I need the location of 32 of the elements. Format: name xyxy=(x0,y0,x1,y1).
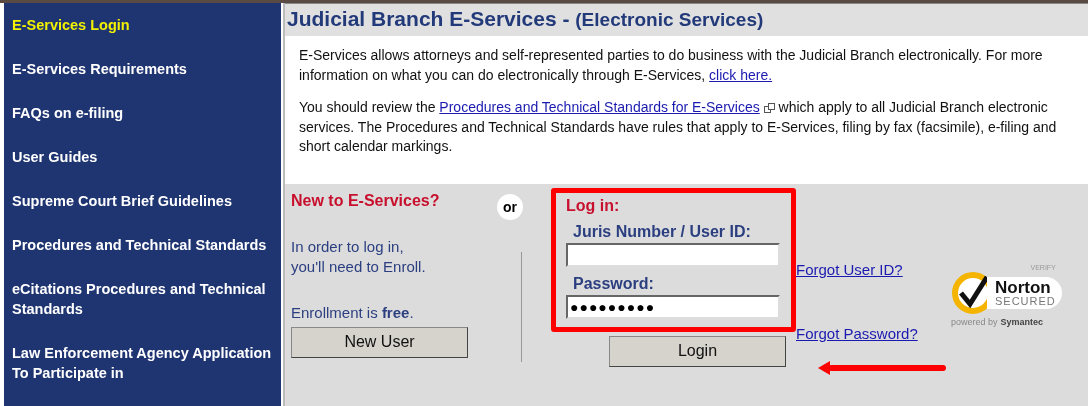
password-field[interactable]: ●●●●●●●●● xyxy=(566,294,780,319)
text-link[interactable]: click here. xyxy=(709,66,773,83)
seal-secured-text: SECURED xyxy=(995,295,1056,307)
sidebar-item[interactable]: User Guides xyxy=(4,147,281,167)
text-link[interactable]: Procedures and Technical Standards for E-Services xyxy=(439,99,760,115)
user-id-label: Juris Number / User ID: xyxy=(573,222,752,241)
new-user-heading: New to E-Services? xyxy=(291,191,441,210)
password-label: Password: xyxy=(573,274,655,293)
enrollment-note: Enrollment is free. xyxy=(291,302,415,323)
intro-paragraph: You should review the Procedures and Technical Standards for E-Services which apply to all Judicial Branch electronic services. The Procedures and Technical Standards have rules that apply to E-Services, filing by fax (facsimile), e-filing and short calendar markings. xyxy=(299,98,1058,156)
seal-company: Symantec xyxy=(1000,316,1044,327)
login-heading: Log in: xyxy=(566,196,621,215)
sidebar-item[interactable]: Procedures and Technical Standards xyxy=(4,235,281,255)
external-link-icon xyxy=(763,103,775,113)
forgot-password-link[interactable]: Forgot Password? xyxy=(796,324,918,342)
user-id-field[interactable] xyxy=(566,242,780,267)
sidebar-item[interactable]: Supreme Court Brief Guidelines xyxy=(4,191,281,211)
forgot-user-id-link[interactable]: Forgot User ID? xyxy=(796,260,903,278)
enroll-text: In order to log in, you'll need to Enroll. xyxy=(291,236,427,277)
sidebar-item[interactable]: FAQs on e-filing xyxy=(4,103,281,123)
seal-brand: Norton xyxy=(995,278,1052,296)
login-button[interactable]: Login xyxy=(609,335,786,367)
or-badge: or xyxy=(497,193,523,220)
sidebar-item[interactable]: E-Services Login xyxy=(4,15,281,35)
sidebar-item[interactable]: eCitations Procedures and Technical Standards xyxy=(4,279,281,319)
page-title: Judicial Branch E-Services - xyxy=(287,7,571,30)
page-subtitle: (Electronic Services) xyxy=(575,9,764,30)
new-user-button[interactable]: New User xyxy=(291,326,468,358)
sidebar-item[interactable]: E-Services Requirements xyxy=(4,59,281,79)
seal-powered-text: powered by xyxy=(951,316,998,327)
sidebar-item[interactable]: Law Enforcement Agency Application To Participate in xyxy=(4,343,281,383)
intro-paragraph: E-Services allows attorneys and self-represented parties to do business with the Judicial Branch electronically. For more information on what you can do electronically through E-Services, click here. xyxy=(299,46,1044,85)
